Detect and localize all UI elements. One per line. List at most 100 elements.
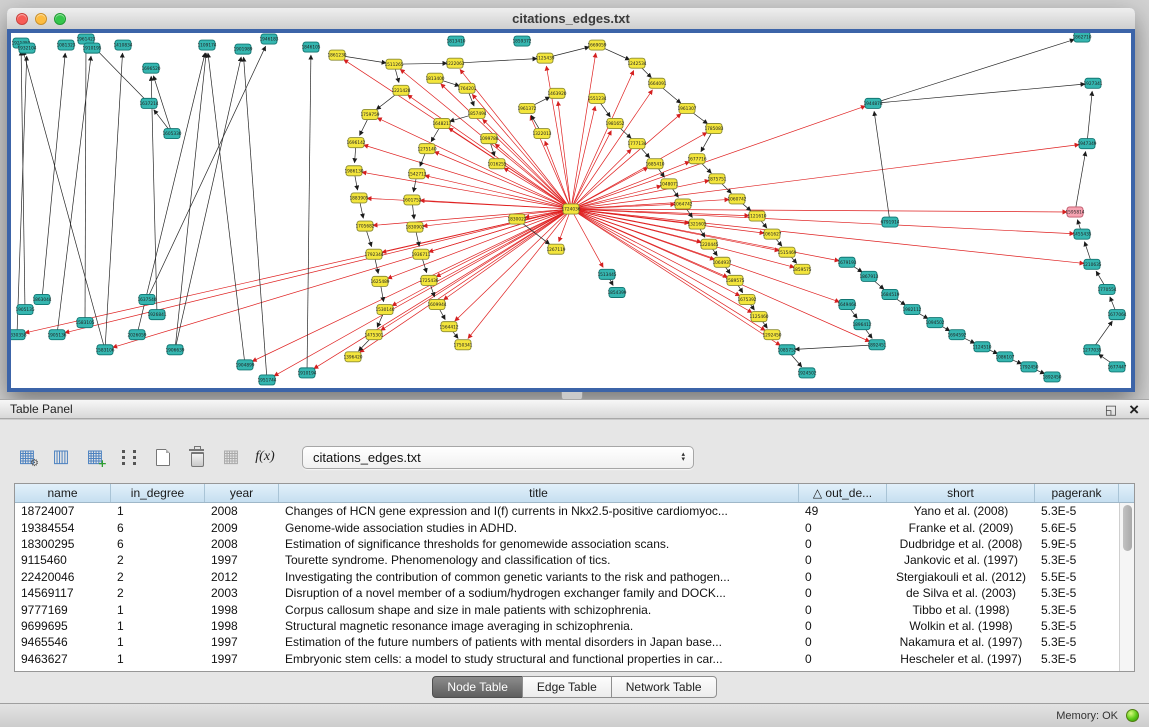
row-height-icon[interactable] bbox=[116, 444, 142, 470]
graph-node[interactable]: 1625489 bbox=[370, 276, 389, 286]
tab-network-table[interactable]: Network Table bbox=[611, 676, 717, 698]
window-titlebar[interactable]: citations_edges.txt bbox=[7, 8, 1135, 30]
table-selector-dropdown[interactable]: citations_edges.txt ▴▾ bbox=[302, 446, 694, 469]
graph-node[interactable]: 1222063 bbox=[445, 58, 464, 68]
graph-node[interactable]: 1764201 bbox=[457, 83, 476, 93]
graph-node[interactable]: 1863044 bbox=[32, 294, 51, 304]
graph-node[interactable]: 1792344 bbox=[364, 249, 383, 259]
graph-node[interactable]: 1986130 bbox=[344, 166, 363, 176]
graph-node[interactable]: 1455435 bbox=[1072, 229, 1091, 239]
function-builder-icon[interactable]: f(x) bbox=[252, 444, 278, 470]
column-header-out_de[interactable]: △ out_de... bbox=[799, 484, 887, 502]
graph-node[interactable]: 1125460 bbox=[749, 312, 768, 322]
table-row[interactable]: 1938455462009Genome-wide association stu… bbox=[15, 519, 1119, 535]
new-table-icon[interactable] bbox=[150, 444, 176, 470]
graph-node[interactable]: 1696520 bbox=[141, 63, 160, 73]
graph-node[interactable]: 1785083 bbox=[704, 124, 723, 134]
graph-node[interactable]: 1410834 bbox=[113, 40, 132, 50]
delete-table-icon[interactable] bbox=[184, 444, 210, 470]
graph-node[interactable]: 1862710 bbox=[1072, 33, 1091, 42]
graph-node[interactable]: 1094502 bbox=[925, 318, 944, 328]
graph-node[interactable]: 1551234 bbox=[587, 93, 606, 103]
graph-node[interactable]: 1857494 bbox=[467, 108, 486, 118]
graph-node[interactable]: 1124510 bbox=[972, 342, 991, 352]
graph-node[interactable]: 1637214 bbox=[139, 98, 158, 108]
graph-node[interactable]: 1904899 bbox=[235, 360, 254, 370]
graph-node[interactable]: 1927341 bbox=[1083, 78, 1102, 88]
graph-node[interactable]: 1322013 bbox=[532, 129, 551, 139]
graph-node[interactable]: 1892450 bbox=[1042, 372, 1061, 382]
graph-node[interactable]: 1725436 bbox=[419, 275, 438, 285]
graph-node[interactable]: 1675392 bbox=[737, 294, 756, 304]
graph-node[interactable]: 1637540 bbox=[137, 294, 156, 304]
table-row[interactable]: 977716911998Corpus callosum shape and si… bbox=[15, 601, 1119, 617]
graph-node[interactable]: 1846105 bbox=[301, 42, 320, 52]
graph-node[interactable]: 1924502 bbox=[797, 368, 816, 378]
graph-node[interactable]: 1121610 bbox=[747, 211, 766, 221]
float-panel-icon[interactable]: ◱ bbox=[1105, 403, 1117, 418]
graph-node[interactable]: 1759759 bbox=[360, 109, 379, 119]
import-table-icon[interactable]: ▦+ bbox=[82, 444, 108, 470]
table-options-icon[interactable]: ▦⚙ bbox=[14, 444, 40, 470]
graph-node[interactable]: 1061627 bbox=[762, 229, 781, 239]
graph-node[interactable]: 1601752 bbox=[402, 195, 421, 205]
graph-node[interactable]: 1321605 bbox=[687, 219, 706, 229]
graph-node[interactable]: 1696142 bbox=[346, 138, 365, 148]
graph-node[interactable]: 1926841 bbox=[147, 310, 166, 320]
graph-node[interactable]: 1910194 bbox=[297, 368, 316, 378]
graph-node[interactable]: 1982112 bbox=[902, 305, 921, 315]
graph-node[interactable]: 1830902 bbox=[405, 222, 424, 232]
graph-node[interactable]: 1048071 bbox=[659, 179, 678, 189]
table-scrollbar[interactable] bbox=[1119, 503, 1134, 671]
table-row[interactable]: 2242004622012Investigating the contribut… bbox=[15, 569, 1119, 585]
table-row[interactable]: 946362711997Embryonic stem cells: a mode… bbox=[15, 651, 1119, 667]
graph-node[interactable]: 1542713 bbox=[407, 169, 426, 179]
merge-table-icon[interactable]: ▦ bbox=[218, 444, 244, 470]
graph-node[interactable]: 1685410 bbox=[645, 159, 664, 169]
graph-node[interactable]: 1724036 bbox=[561, 204, 580, 214]
table-row[interactable]: 1456911722003Disruption of a novel membe… bbox=[15, 585, 1119, 601]
tab-node-table[interactable]: Node Table bbox=[432, 676, 523, 698]
zoom-window-button[interactable] bbox=[54, 13, 66, 25]
graph-node[interactable]: 1463920 bbox=[547, 88, 566, 98]
graph-node[interactable]: 1064742 bbox=[673, 199, 692, 209]
column-header-year[interactable]: year bbox=[205, 484, 279, 502]
graph-node[interactable]: 1944878 bbox=[863, 98, 882, 108]
graph-node[interactable]: 1475301 bbox=[364, 330, 383, 340]
graph-node[interactable]: 1684519 bbox=[880, 289, 899, 299]
graph-node[interactable]: 1221428 bbox=[391, 85, 410, 95]
graph-node[interactable]: 1777134 bbox=[627, 139, 646, 149]
table-row[interactable]: 946554611997Estimation of the future num… bbox=[15, 634, 1119, 650]
graph-node[interactable]: 1085752 bbox=[777, 345, 796, 355]
graph-node[interactable]: 1016255 bbox=[487, 159, 506, 169]
graph-node[interactable]: 1813410 bbox=[446, 36, 465, 46]
graph-node[interactable]: 1669059 bbox=[587, 40, 606, 50]
graph-node[interactable]: 1694592 bbox=[947, 330, 966, 340]
graph-node[interactable]: 1947349 bbox=[1077, 139, 1096, 149]
graph-node[interactable]: 6791914 bbox=[880, 217, 899, 227]
graph-node[interactable]: 1125439 bbox=[535, 53, 554, 63]
graph-node[interactable]: 1961307 bbox=[677, 103, 696, 113]
graph-node[interactable]: 1705682 bbox=[355, 221, 374, 231]
column-chooser-icon[interactable]: ▥ bbox=[48, 444, 74, 470]
table-row[interactable]: 911546021997Tourette syndrome. Phenomeno… bbox=[15, 552, 1119, 568]
graph-node[interactable]: 1515469 bbox=[777, 247, 796, 257]
graph-node[interactable]: 1330358 bbox=[11, 330, 27, 340]
graph-node[interactable]: 1060742 bbox=[727, 194, 746, 204]
graph-node[interactable]: 1648217 bbox=[432, 118, 451, 128]
scrollbar-thumb[interactable] bbox=[1123, 505, 1132, 551]
graph-node[interactable]: 1583105 bbox=[75, 318, 94, 328]
graph-node[interactable]: 1511265 bbox=[384, 59, 403, 69]
graph-node[interactable]: 1649464 bbox=[837, 300, 856, 310]
graph-node[interactable]: 1292450 bbox=[762, 330, 781, 340]
graph-node[interactable]: 1981652 bbox=[605, 118, 624, 128]
graph-node[interactable]: 1086107 bbox=[995, 352, 1014, 362]
graph-node[interactable]: 1064937 bbox=[712, 257, 731, 267]
graph-node[interactable]: 1905136 bbox=[47, 330, 66, 340]
column-header-short[interactable]: short bbox=[887, 484, 1035, 502]
graph-node[interactable]: 1859575 bbox=[792, 264, 811, 274]
close-panel-icon[interactable]: × bbox=[1129, 403, 1139, 417]
graph-node[interactable]: 1813400 bbox=[425, 73, 444, 83]
graph-node[interactable]: 1099780 bbox=[479, 134, 498, 144]
graph-node[interactable]: 1609944 bbox=[427, 300, 446, 310]
